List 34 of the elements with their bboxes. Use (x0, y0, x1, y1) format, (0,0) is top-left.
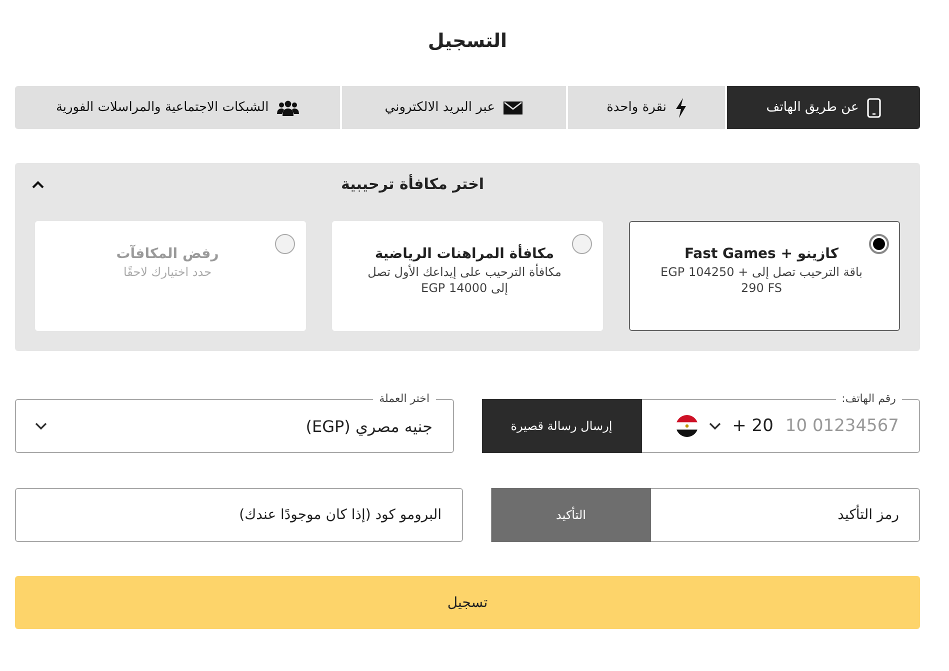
chevron-icon[interactable] (31, 180, 46, 188)
bonus-option-title: كازينو + Fast Games (684, 246, 839, 262)
bonus-option-card[interactable]: مكافأة المراهنات الرياضية مكافأة الترحيب على إيداعك الأول تصل إلى EGP 14000 (332, 221, 603, 331)
chevron-down-icon (34, 422, 48, 430)
bonus-option-description: باقة الترحيب تصل إلى EGP 104250 + 290 FS (660, 265, 863, 296)
flag-icon[interactable] (676, 415, 698, 437)
envelope-icon (502, 100, 523, 114)
page-title: التسجيل (428, 30, 508, 52)
radio-button[interactable] (869, 234, 889, 254)
phone-placeholder: 10 01234567 (785, 416, 899, 436)
tab[interactable]: عن طريق الهاتف (726, 86, 920, 129)
bonus-option-title: رفض المكافآت (116, 246, 219, 262)
field-label: اختر العملة (373, 391, 436, 406)
promo-placeholder: البرومو كود (إذا كان موجودًا عندك) (239, 507, 442, 523)
tab[interactable]: عبر البريد الالكتروني (342, 86, 566, 129)
confirmation-placeholder: رمز التأكيد (838, 507, 899, 523)
bonus-title: اختر مكافأة ترحيبية (340, 175, 484, 193)
lightning-icon (674, 98, 686, 118)
promo-code-field[interactable]: البرومو كود (إذا كان موجودًا عندك) (15, 488, 462, 542)
currency-value: جنيه مصري (EGP) (306, 416, 432, 436)
send-sms-button[interactable]: إرسال رسالة قصيرة (482, 399, 642, 453)
tab[interactable]: الشبكات الاجتماعية والمراسلات الفورية (15, 86, 340, 129)
people-icon (276, 100, 299, 116)
bonus-option-title: مكافأة المراهنات الرياضية (374, 246, 554, 262)
register-button[interactable]: تسجيل (15, 576, 920, 629)
country-code: + 20 (732, 416, 774, 436)
tab[interactable]: نقرة واحدة (568, 86, 725, 129)
bonus-option-description: مكافأة الترحيب على إيداعك الأول تصل إلى EGP 14000 (366, 265, 562, 296)
bonus-option-description: حدد اختيارك لاحقًا (124, 265, 212, 281)
radio-button[interactable] (572, 234, 592, 254)
chevron-down-icon[interactable] (708, 422, 722, 430)
field-label: رقم الهاتف: (836, 391, 902, 406)
bonus-option-card[interactable]: كازينو + Fast Games باقة الترحيب تصل إلى EGP 104250 + 290 FS (629, 221, 900, 331)
phone-icon (866, 98, 881, 118)
